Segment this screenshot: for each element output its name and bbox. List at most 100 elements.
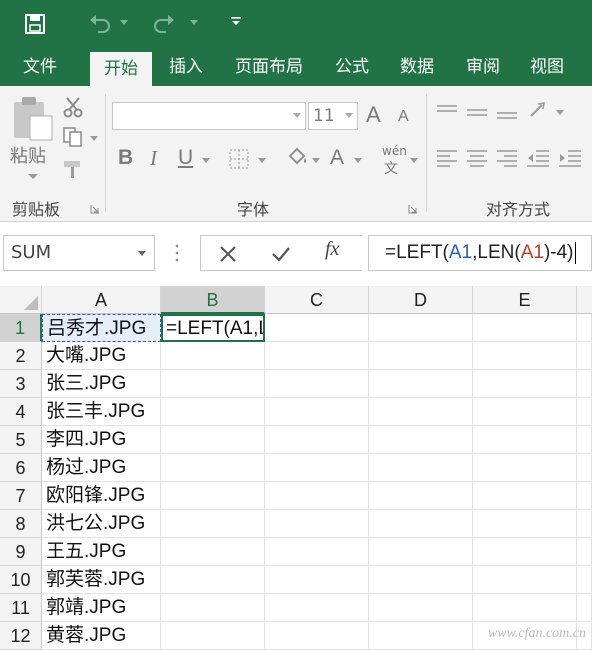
cut-icon[interactable] bbox=[62, 96, 84, 118]
enter-icon[interactable] bbox=[271, 245, 291, 263]
cell-a12[interactable]: 黄蓉.JPG bbox=[42, 622, 161, 650]
tab-data[interactable]: 数据 bbox=[388, 48, 446, 86]
row-header[interactable]: 9 bbox=[0, 538, 42, 566]
clipboard-launcher-icon[interactable] bbox=[90, 204, 100, 214]
phonetic-guide-button[interactable]: wén bbox=[382, 144, 407, 158]
font-color-dropdown-icon[interactable] bbox=[354, 158, 362, 164]
cell-b1[interactable]: =LEFT(A1,L bbox=[161, 314, 265, 342]
cell-c5[interactable] bbox=[265, 426, 369, 454]
decrease-indent-icon[interactable] bbox=[526, 148, 550, 170]
name-box-dropdown-icon[interactable] bbox=[138, 251, 146, 257]
name-box[interactable]: SUM bbox=[3, 235, 155, 271]
cell-a3[interactable]: 张三.JPG bbox=[42, 370, 161, 398]
font-color-button[interactable]: A bbox=[330, 146, 344, 170]
row-header[interactable]: 5 bbox=[0, 426, 42, 454]
cell-e3[interactable] bbox=[473, 370, 577, 398]
cell-a4[interactable]: 张三丰.JPG bbox=[42, 398, 161, 426]
row-header[interactable]: 11 bbox=[0, 594, 42, 622]
cancel-icon[interactable] bbox=[219, 245, 237, 263]
cell-d11[interactable] bbox=[369, 594, 473, 622]
orientation-icon[interactable] bbox=[528, 100, 550, 120]
italic-button[interactable]: I bbox=[150, 146, 157, 171]
cell-e11[interactable] bbox=[473, 594, 577, 622]
redo-icon[interactable] bbox=[152, 12, 176, 34]
row-header[interactable]: 6 bbox=[0, 454, 42, 482]
save-icon[interactable] bbox=[24, 13, 46, 35]
cell-b4[interactable] bbox=[161, 398, 265, 426]
cell-d12[interactable] bbox=[369, 622, 473, 650]
insert-function-button[interactable]: fx bbox=[325, 238, 339, 261]
row-header[interactable]: 1 bbox=[0, 314, 42, 342]
cell-a6[interactable]: 杨过.JPG bbox=[42, 454, 161, 482]
cell-d5[interactable] bbox=[369, 426, 473, 454]
cell-a1[interactable]: 吕秀才.JPG bbox=[42, 314, 161, 342]
cell-e7[interactable] bbox=[473, 482, 577, 510]
cell-f2[interactable] bbox=[577, 342, 592, 370]
row-header[interactable]: 12 bbox=[0, 622, 42, 650]
cell-e1[interactable] bbox=[473, 314, 577, 342]
select-all-corner[interactable] bbox=[0, 286, 42, 314]
tab-formulas[interactable]: 公式 bbox=[324, 48, 380, 86]
tab-page-layout[interactable]: 页面布局 bbox=[224, 48, 314, 86]
cell-d1[interactable] bbox=[369, 314, 473, 342]
cell-e5[interactable] bbox=[473, 426, 577, 454]
borders-icon[interactable] bbox=[228, 148, 250, 170]
cell-c9[interactable] bbox=[265, 538, 369, 566]
row-header[interactable]: 8 bbox=[0, 510, 42, 538]
redo-dropdown-icon[interactable] bbox=[190, 20, 198, 26]
undo-icon[interactable] bbox=[88, 12, 112, 34]
cell-c3[interactable] bbox=[265, 370, 369, 398]
cell-f6[interactable] bbox=[577, 454, 592, 482]
cell-b7[interactable] bbox=[161, 482, 265, 510]
cell-d9[interactable] bbox=[369, 538, 473, 566]
underline-button[interactable]: U bbox=[178, 146, 193, 170]
column-header-b[interactable]: B bbox=[161, 286, 265, 314]
cell-f1[interactable] bbox=[577, 314, 592, 342]
fill-color-dropdown-icon[interactable] bbox=[312, 158, 320, 164]
cell-c8[interactable] bbox=[265, 510, 369, 538]
font-name-combo[interactable] bbox=[112, 102, 306, 130]
align-top-icon[interactable] bbox=[436, 104, 458, 120]
cell-c7[interactable] bbox=[265, 482, 369, 510]
cell-c11[interactable] bbox=[265, 594, 369, 622]
cell-d3[interactable] bbox=[369, 370, 473, 398]
cell-a9[interactable]: 王五.JPG bbox=[42, 538, 161, 566]
align-center-icon[interactable] bbox=[466, 148, 488, 170]
align-bottom-icon[interactable] bbox=[496, 104, 518, 120]
cell-b3[interactable] bbox=[161, 370, 265, 398]
cell-c2[interactable] bbox=[265, 342, 369, 370]
cell-a11[interactable]: 郭靖.JPG bbox=[42, 594, 161, 622]
row-header[interactable]: 7 bbox=[0, 482, 42, 510]
cell-a8[interactable]: 洪七公.JPG bbox=[42, 510, 161, 538]
cell-e4[interactable] bbox=[473, 398, 577, 426]
cell-d7[interactable] bbox=[369, 482, 473, 510]
cell-f10[interactable] bbox=[577, 566, 592, 594]
tab-home[interactable]: 开始 bbox=[90, 52, 152, 86]
align-right-icon[interactable] bbox=[496, 148, 518, 170]
row-header[interactable]: 10 bbox=[0, 566, 42, 594]
cell-a10[interactable]: 郭芙蓉.JPG bbox=[42, 566, 161, 594]
cell-f8[interactable] bbox=[577, 510, 592, 538]
borders-dropdown-icon[interactable] bbox=[258, 158, 266, 164]
cell-c4[interactable] bbox=[265, 398, 369, 426]
customize-toolbar-icon[interactable] bbox=[231, 16, 241, 26]
cell-c10[interactable] bbox=[265, 566, 369, 594]
cell-d8[interactable] bbox=[369, 510, 473, 538]
grow-font-button[interactable]: A bbox=[366, 102, 381, 128]
cell-f9[interactable] bbox=[577, 538, 592, 566]
align-middle-icon[interactable] bbox=[466, 104, 488, 120]
cell-e10[interactable] bbox=[473, 566, 577, 594]
column-header-c[interactable]: C bbox=[265, 286, 369, 314]
row-header[interactable]: 2 bbox=[0, 342, 42, 370]
tab-view[interactable]: 视图 bbox=[518, 48, 576, 86]
cell-f11[interactable] bbox=[577, 594, 592, 622]
cell-a7[interactable]: 欧阳锋.JPG bbox=[42, 482, 161, 510]
cell-d2[interactable] bbox=[369, 342, 473, 370]
cell-b6[interactable] bbox=[161, 454, 265, 482]
cell-b9[interactable] bbox=[161, 538, 265, 566]
orientation-dropdown-icon[interactable] bbox=[556, 110, 564, 116]
shrink-font-button[interactable]: A bbox=[398, 108, 409, 126]
column-header-f[interactable] bbox=[577, 286, 592, 314]
cell-b2[interactable] bbox=[161, 342, 265, 370]
copy-icon[interactable] bbox=[62, 126, 84, 148]
